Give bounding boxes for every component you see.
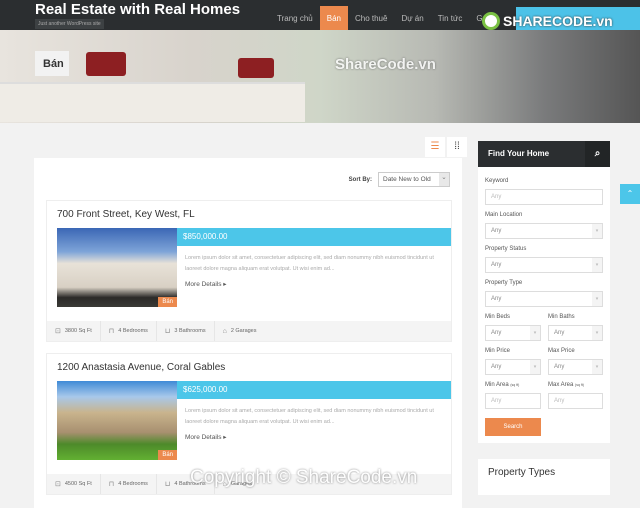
sharecode-logo: SHARECODE.vn — [482, 12, 613, 30]
grid-view-button[interactable]: ⁞⁞ — [447, 137, 467, 157]
property-image[interactable]: Bán — [57, 381, 177, 460]
max-area-label: Max Area (sq ft) — [548, 382, 584, 388]
search-widget: Find Your Home ⌕ Keyword Any Main Locatio… — [478, 141, 610, 443]
location-label: Main Location — [485, 212, 523, 218]
list-view-button[interactable]: ☰ — [425, 137, 445, 157]
status-select[interactable]: Any ▾ — [485, 257, 603, 273]
nav-item-home[interactable]: Trang chủ — [270, 6, 320, 30]
watermark-text: ShareCode.vn — [335, 56, 436, 73]
max-price-label: Max Price — [548, 348, 575, 354]
search-icon: ⌕ — [585, 141, 610, 167]
feature-area: ⊡ 3800 Sq Ft — [47, 321, 101, 341]
sofa-image — [0, 82, 305, 122]
property-description: Lorem ipsum dolor sit amet, consectetuer… — [185, 255, 434, 272]
keyword-input[interactable]: Any — [485, 189, 603, 205]
feature-bedrooms: ⊓ 4 Bedrooms — [101, 474, 157, 494]
max-area-input[interactable]: Any — [548, 393, 603, 409]
hero-banner: Bán ShareCode.vn — [0, 30, 640, 123]
sort-select[interactable]: Date New to Old ⌄ — [378, 172, 450, 187]
site-header: Real Estate with Real Homes Just another… — [0, 0, 640, 30]
min-area-input[interactable]: Any — [485, 393, 541, 409]
site-title[interactable]: Real Estate with Real Homes — [35, 1, 240, 18]
bed-icon: ⊓ — [108, 328, 115, 335]
property-types-widget: Property Types — [478, 459, 610, 504]
listing-container: Sort By: Date New to Old ⌄ 700 Front Stre… — [34, 158, 462, 508]
nav-item-projects[interactable]: Dự án — [394, 6, 430, 30]
status-badge: Bán — [158, 297, 177, 307]
chevron-up-icon: ⌃ — [626, 189, 634, 198]
property-description: Lorem ipsum dolor sit amet, consectetuer… — [185, 408, 434, 425]
property-title[interactable]: 700 Front Street, Key West, FL — [57, 209, 195, 220]
nav-item-sale[interactable]: Bán — [319, 6, 348, 30]
status-label: Property Status — [485, 246, 527, 252]
bath-icon: ⊔ — [164, 328, 171, 335]
feature-area: ⊡ 4500 Sq Ft — [47, 474, 101, 494]
property-title[interactable]: 1200 Anastasia Avenue, Coral Gables — [57, 362, 225, 373]
main-nav: Trang chủ Bán Cho thuê Dự án Tin tức G — [270, 6, 490, 30]
list-icon: ☰ — [430, 141, 440, 152]
status-badge: Bán — [158, 450, 177, 460]
widget-title: Find Your Home ⌕ — [478, 141, 610, 167]
copyright-watermark: Copyright © ShareCode.vn — [190, 467, 418, 488]
caret-right-icon: ▸ — [223, 434, 227, 441]
bed-icon: ⊓ — [108, 481, 115, 488]
chevron-down-icon: ▾ — [592, 326, 602, 340]
chevron-down-icon: ▾ — [592, 360, 602, 374]
widget-footer — [478, 495, 610, 504]
area-icon: ⊡ — [55, 328, 61, 335]
min-beds-select[interactable]: Any ▾ — [485, 325, 541, 341]
pillow-image — [86, 52, 126, 76]
min-beds-label: Min Beds — [485, 314, 511, 320]
sort-label: Sort By: — [348, 176, 372, 183]
area-icon: ⊡ — [55, 481, 61, 488]
property-card: 700 Front Street, Key West, FL Bán $850,… — [46, 200, 452, 342]
caret-right-icon: ▸ — [223, 281, 227, 288]
feature-bedrooms: ⊓ 4 Bedrooms — [101, 321, 157, 341]
scroll-to-top-button[interactable]: ⌃ — [620, 184, 640, 204]
min-price-label: Min Price — [485, 348, 511, 354]
bath-icon: ⊔ — [164, 481, 171, 488]
property-price: $850,000.00 — [177, 228, 451, 246]
widget-title: Property Types — [488, 467, 556, 478]
feature-bathrooms: ⊔ 3 Bathrooms — [157, 321, 215, 341]
view-toggle: ☰ ⁞⁞ — [423, 137, 467, 157]
chevron-down-icon: ▾ — [530, 326, 540, 340]
nav-item-rent[interactable]: Cho thuê — [348, 6, 394, 30]
chevron-down-icon: ▾ — [592, 258, 602, 272]
min-area-label: Min Area (sq ft) — [485, 382, 520, 388]
type-select[interactable]: Any ▾ — [485, 291, 603, 307]
type-label: Property Type — [485, 280, 523, 286]
chevron-down-icon: ⌄ — [439, 173, 449, 186]
property-features: ⊡ 3800 Sq Ft ⊓ 4 Bedrooms ⊔ 3 Bathrooms ⌂ 2 … — [47, 321, 451, 341]
garage-icon: ⌂ — [222, 327, 227, 335]
pillow-image — [238, 58, 274, 78]
keyword-label: Keyword — [485, 178, 509, 184]
page-title: Bán — [35, 51, 69, 76]
location-select[interactable]: Any ▾ — [485, 223, 603, 239]
min-baths-select[interactable]: Any ▾ — [548, 325, 603, 341]
grid-icon: ⁞⁞ — [454, 141, 460, 152]
chevron-down-icon: ▾ — [592, 224, 602, 238]
logo-icon — [482, 12, 500, 30]
more-details-link[interactable]: More Details ▸ — [185, 433, 227, 441]
property-image[interactable]: Bán — [57, 228, 177, 307]
min-price-select[interactable]: Any ▾ — [485, 359, 541, 375]
sort-control: Sort By: Date New to Old ⌄ — [349, 172, 450, 187]
max-price-select[interactable]: Any ▾ — [548, 359, 603, 375]
chevron-down-icon: ▾ — [592, 292, 602, 306]
feature-garages: ⌂ 2 Garages — [222, 327, 257, 335]
chevron-down-icon: ▾ — [530, 360, 540, 374]
more-details-link[interactable]: More Details ▸ — [185, 280, 227, 288]
nav-item-news[interactable]: Tin tức — [431, 6, 470, 30]
search-button[interactable]: Search — [485, 418, 541, 436]
property-price: $625,000.00 — [177, 381, 451, 399]
site-tagline: Just another WordPress site — [35, 19, 104, 29]
min-baths-label: Min Baths — [548, 314, 575, 320]
